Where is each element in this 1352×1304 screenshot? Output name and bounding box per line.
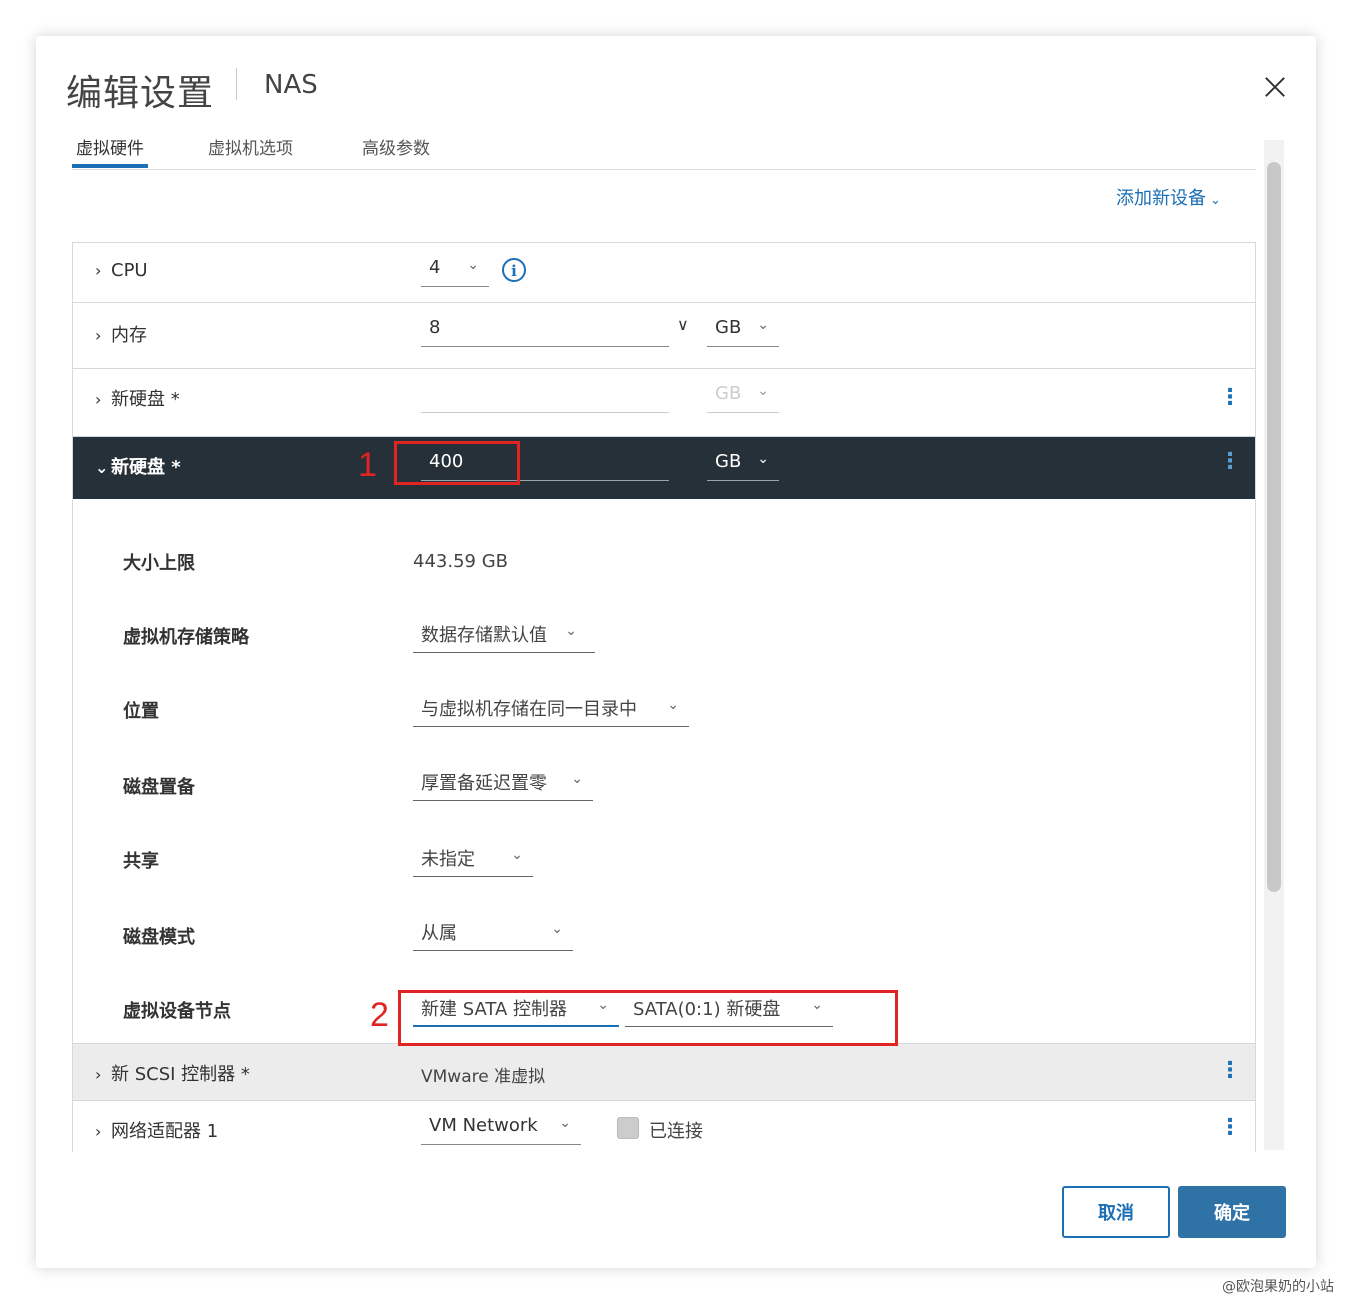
chevron-down-icon: ⌄ <box>757 383 769 399</box>
max-size-label: 大小上限 <box>123 553 195 574</box>
annotation-marker-1: 1 <box>358 446 377 484</box>
new-disk-1-unit-select[interactable]: GB ⌄ <box>707 383 779 413</box>
storage-policy-select[interactable]: 数据存储默认值 ⌄ <box>413 621 595 653</box>
chevron-down-icon: ⌄ <box>467 257 479 273</box>
disk-provisioning-label: 磁盘置备 <box>123 777 195 798</box>
add-new-device-button[interactable]: 添加新设备 ⌄ <box>1116 184 1221 210</box>
tab-bar: 虚拟硬件 虚拟机选项 高级参数 <box>72 134 1256 170</box>
chevron-right-icon: › <box>95 1122 102 1141</box>
scrollbar[interactable] <box>1264 140 1284 1150</box>
watermark: @欧泡果奶的小站 <box>1222 1279 1334 1295</box>
cancel-button[interactable]: 取消 <box>1062 1186 1170 1238</box>
chevron-down-icon: ⌄ <box>551 921 563 937</box>
annotation-marker-2: 2 <box>370 996 389 1034</box>
chevron-down-icon: ⌄ <box>571 771 583 787</box>
dialog-title: 编辑设置 <box>66 73 215 114</box>
location-select[interactable]: 与虚拟机存储在同一目录中 ⌄ <box>413 695 689 727</box>
network-select[interactable]: VM Network ⌄ <box>421 1115 581 1145</box>
new-disk-2-unit-value: GB <box>715 451 742 472</box>
add-new-device-label: 添加新设备 <box>1116 188 1206 209</box>
more-actions-icon[interactable]: ⋮ <box>1219 1060 1241 1082</box>
chevron-down-icon: ⌄ <box>565 623 577 639</box>
connected-checkbox[interactable] <box>617 1117 639 1139</box>
more-actions-icon[interactable]: ⋮ <box>1219 451 1241 473</box>
hardware-row-new-disk-1: › 新硬盘 * GB ⌄ ⋮ <box>73 369 1255 437</box>
chevron-down-icon: ⌄ <box>95 458 109 477</box>
hardware-row-network-adapter: › 网络适配器 1 VM Network ⌄ 已连接 ⋮ <box>73 1101 1255 1152</box>
sharing-label: 共享 <box>123 851 159 872</box>
chevron-right-icon: › <box>95 326 102 345</box>
storage-policy-label: 虚拟机存储策略 <box>123 627 249 648</box>
sharing-value: 未指定 <box>421 849 475 870</box>
chevron-right-icon: › <box>95 390 102 409</box>
info-icon[interactable]: i <box>501 257 527 283</box>
disk-mode-label: 磁盘模式 <box>123 927 195 948</box>
scsi-controller-type: VMware 准虚拟 <box>421 1067 546 1087</box>
chevron-down-icon: ⌄ <box>1210 193 1221 208</box>
new-disk-2-details: 大小上限 443.59 GB 虚拟机存储策略 数据存储默认值 ⌄ 位置 与虚拟机… <box>73 499 1255 1043</box>
memory-size-input[interactable]: 8 <box>421 317 669 347</box>
title-divider <box>236 68 237 100</box>
disk-provisioning-value: 厚置备延迟置零 <box>421 773 547 794</box>
annotation-box-2 <box>398 990 898 1046</box>
tab-vm-options[interactable]: 虚拟机选项 <box>204 134 297 168</box>
memory-unit-select[interactable]: GB ⌄ <box>707 317 779 347</box>
more-actions-icon[interactable]: ⋮ <box>1219 1117 1241 1139</box>
memory-size-value: 8 <box>429 317 441 338</box>
chevron-right-icon: › <box>95 1065 102 1084</box>
hardware-row-new-disk-2: ⌄ 新硬盘 * 400 GB ⌄ ⋮ <box>73 437 1255 499</box>
scsi-controller-label[interactable]: › 新 SCSI 控制器 * <box>95 1060 250 1086</box>
hardware-row-cpu: › CPU 4 ⌄ i <box>73 243 1255 303</box>
chevron-right-icon: › <box>95 261 102 280</box>
new-disk-2-unit-select[interactable]: GB ⌄ <box>707 451 779 481</box>
more-actions-icon[interactable]: ⋮ <box>1219 387 1241 409</box>
new-disk-1-size-input[interactable] <box>421 383 669 413</box>
hardware-row-scsi-controller: › 新 SCSI 控制器 * VMware 准虚拟 ⋮ <box>73 1043 1255 1101</box>
network-adapter-label[interactable]: › 网络适配器 1 <box>95 1117 218 1143</box>
disk-mode-select[interactable]: 从属 ⌄ <box>413 919 573 951</box>
close-icon[interactable] <box>1260 72 1290 102</box>
memory-dropdown-chevron-icon[interactable]: ∨ <box>677 315 689 334</box>
location-label: 位置 <box>123 701 159 722</box>
ok-button[interactable]: 确定 <box>1178 1186 1286 1238</box>
disk-provisioning-select[interactable]: 厚置备延迟置零 ⌄ <box>413 769 593 801</box>
chevron-down-icon: ⌄ <box>559 1115 571 1131</box>
new-disk-1-label[interactable]: › 新硬盘 * <box>95 385 180 411</box>
annotation-box-1 <box>394 441 520 485</box>
chevron-down-icon: ⌄ <box>667 697 679 713</box>
chevron-down-icon: ⌄ <box>757 317 769 333</box>
virtual-device-node-label: 虚拟设备节点 <box>123 1001 231 1022</box>
network-value: VM Network <box>429 1115 538 1136</box>
storage-policy-value: 数据存储默认值 <box>421 625 547 646</box>
vm-name: NAS <box>264 70 318 100</box>
chevron-down-icon: ⌄ <box>511 847 523 863</box>
disk-mode-value: 从属 <box>421 923 457 944</box>
scrollbar-thumb[interactable] <box>1267 162 1281 892</box>
connected-label: 已连接 <box>649 1121 703 1142</box>
cpu-count-value: 4 <box>429 257 441 278</box>
sharing-select[interactable]: 未指定 ⌄ <box>413 845 533 877</box>
hardware-row-memory: › 内存 8 ∨ GB ⌄ <box>73 303 1255 369</box>
chevron-down-icon: ⌄ <box>757 451 769 467</box>
new-disk-2-label[interactable]: ⌄ 新硬盘 * <box>95 453 181 479</box>
cpu-count-select[interactable]: 4 ⌄ <box>421 257 489 287</box>
tab-advanced-parameters[interactable]: 高级参数 <box>358 134 434 168</box>
tab-virtual-hardware[interactable]: 虚拟硬件 <box>72 134 148 168</box>
max-size-value: 443.59 GB <box>413 551 509 572</box>
svg-text:i: i <box>511 262 517 280</box>
cpu-label[interactable]: › CPU <box>95 260 148 281</box>
memory-unit-value: GB <box>715 317 742 338</box>
memory-label[interactable]: › 内存 <box>95 321 147 347</box>
location-value: 与虚拟机存储在同一目录中 <box>421 699 637 720</box>
new-disk-1-unit-value: GB <box>715 383 742 404</box>
edit-settings-dialog: 编辑设置 NAS 虚拟硬件 虚拟机选项 高级参数 添加新设备 ⌄ › CPU 4 ⌄… <box>36 36 1316 1268</box>
